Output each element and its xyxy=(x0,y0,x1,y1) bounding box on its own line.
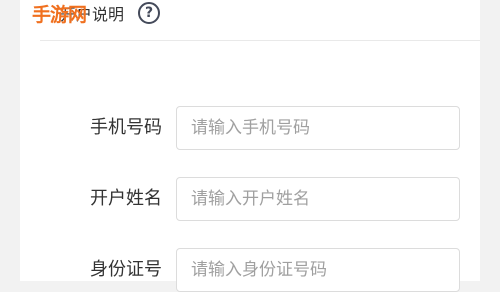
watermark-logo: 手游网 xyxy=(32,4,87,26)
form-row-phone: 手机号码 xyxy=(20,106,480,150)
id-number-label: 身份证号 xyxy=(90,259,162,280)
help-icon[interactable]: ? xyxy=(138,2,160,24)
id-number-input[interactable] xyxy=(176,248,460,292)
header: 开户说明 手游网 ? xyxy=(20,0,480,40)
name-input[interactable] xyxy=(176,177,460,221)
form-row-name: 开户姓名 xyxy=(20,177,480,221)
name-label: 开户姓名 xyxy=(90,188,162,209)
form-row-id: 身份证号 xyxy=(20,248,480,292)
header-divider xyxy=(40,40,480,41)
phone-input[interactable] xyxy=(176,106,460,150)
phone-label: 手机号码 xyxy=(90,117,162,138)
form-card: 开户说明 手游网 ? 手机号码 开户姓名 身份证号 xyxy=(20,0,480,292)
